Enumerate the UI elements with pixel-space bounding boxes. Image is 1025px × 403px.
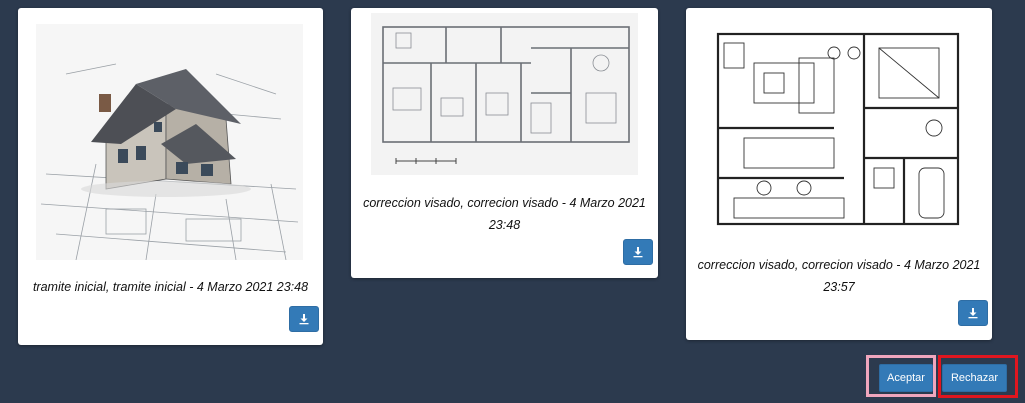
download-icon — [968, 308, 978, 319]
document-card-1: tramite inicial, tramite inicial - 4 Mar… — [18, 8, 323, 345]
reject-button[interactable]: Rechazar — [942, 364, 1007, 392]
document-caption: correccion visado, correcion visado - 4 … — [697, 258, 981, 294]
document-thumbnail[interactable] — [704, 28, 972, 231]
document-caption: tramite inicial, tramite inicial - 4 Mar… — [32, 280, 309, 294]
document-card-2: correccion visado, correcion visado - 4 … — [351, 8, 658, 278]
document-caption: correccion visado, correcion visado - 4 … — [363, 196, 646, 232]
download-button[interactable] — [289, 306, 319, 332]
document-card-3: correccion visado, correcion visado - 4 … — [686, 8, 992, 340]
document-thumbnail[interactable] — [36, 24, 303, 260]
document-thumbnail[interactable] — [371, 13, 638, 175]
floor-plan-image — [371, 13, 638, 175]
furnished-floor-plan-image — [704, 28, 972, 231]
download-icon — [633, 247, 643, 258]
house-render-image — [36, 24, 303, 260]
download-button[interactable] — [958, 300, 988, 326]
download-icon — [299, 314, 309, 325]
download-button[interactable] — [623, 239, 653, 265]
accept-button[interactable]: Aceptar — [879, 364, 933, 392]
